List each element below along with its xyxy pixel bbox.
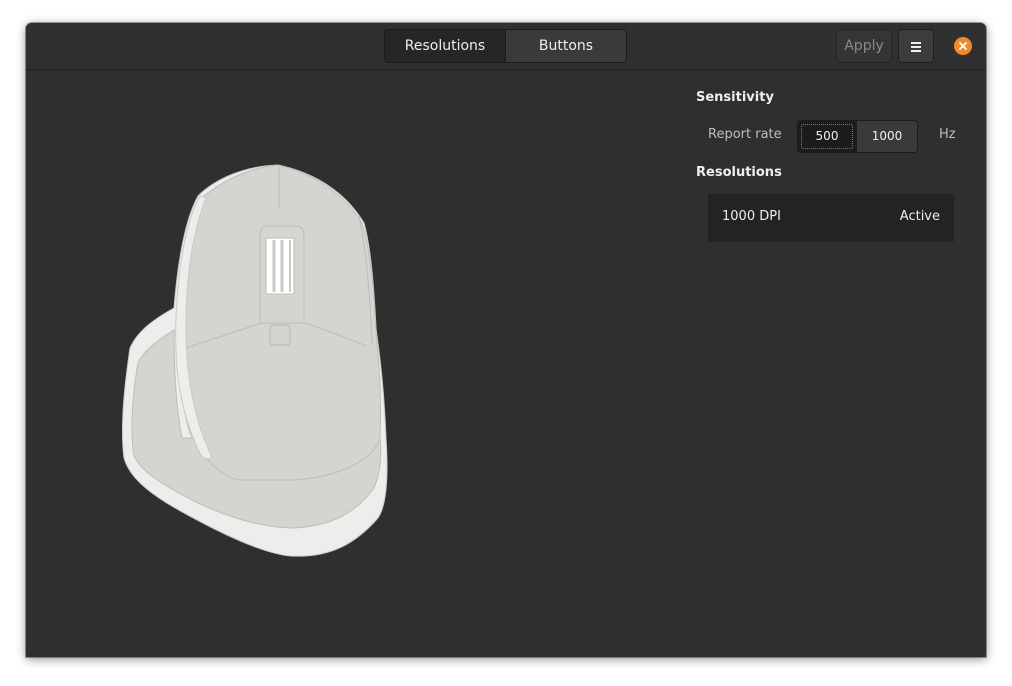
report-rate-selector: 500 1000 xyxy=(797,120,918,153)
view-switcher: Resolutions Buttons xyxy=(384,29,627,63)
piper-window: Resolutions Buttons Apply Sensitivity Re… xyxy=(26,23,986,657)
rate-1000-button[interactable]: 1000 xyxy=(857,121,917,152)
resolution-status: Active xyxy=(899,209,940,224)
resolution-dpi: 1000 DPI xyxy=(722,209,781,224)
resolution-row[interactable]: 1000 DPI Active xyxy=(708,194,954,242)
tab-resolutions[interactable]: Resolutions xyxy=(385,30,506,62)
tab-buttons[interactable]: Buttons xyxy=(506,30,626,62)
mouse-illustration xyxy=(116,158,396,568)
close-icon xyxy=(959,42,967,50)
menu-button[interactable] xyxy=(898,29,934,63)
close-button[interactable] xyxy=(954,37,972,55)
rate-unit-label: Hz xyxy=(939,127,956,142)
resolutions-title: Resolutions xyxy=(696,165,782,180)
rate-500-button[interactable]: 500 xyxy=(798,121,857,152)
apply-button[interactable]: Apply xyxy=(836,29,892,63)
sensitivity-title: Sensitivity xyxy=(696,90,774,105)
report-rate-label: Report rate xyxy=(708,127,782,142)
hamburger-menu-icon xyxy=(911,41,921,52)
header-bar: Resolutions Buttons Apply xyxy=(26,23,986,70)
